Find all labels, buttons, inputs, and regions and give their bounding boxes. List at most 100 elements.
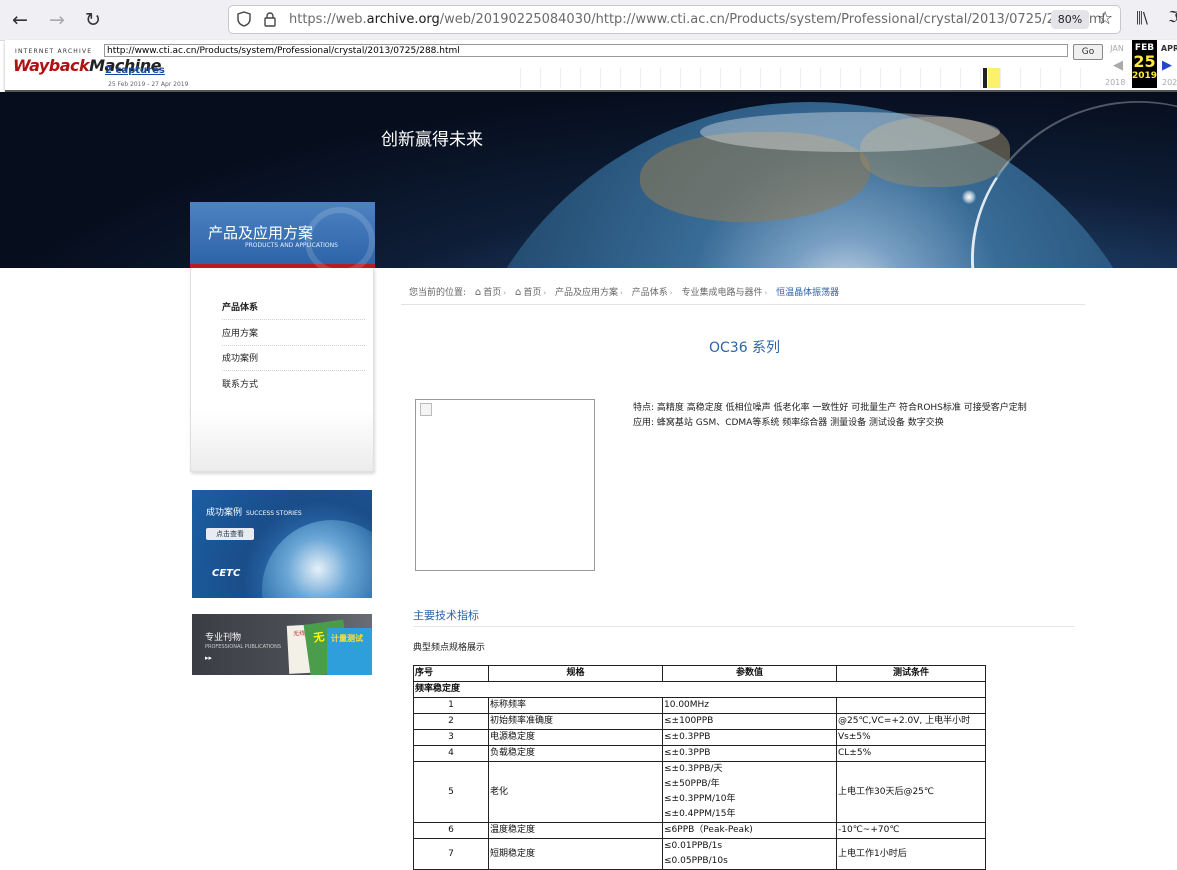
table-cell: 1	[413, 697, 489, 714]
sidebar-header-decoration	[305, 207, 375, 275]
breadcrumb-item[interactable]: 首页	[483, 288, 501, 298]
sidebar-item-product-system[interactable]: 产品体系	[222, 300, 365, 320]
capture-highlight	[988, 68, 1000, 88]
table-header-cell: 参数值	[662, 665, 837, 682]
capture-range: 25 Feb 2019 - 27 Apr 2019	[108, 81, 189, 88]
timeline-month-cell[interactable]	[1000, 68, 1020, 88]
table-cell-line: ≤6PPB（Peak-Peak)	[664, 825, 753, 835]
timeline-month-cell[interactable]	[660, 68, 680, 88]
timeline-month-cell[interactable]	[680, 68, 700, 88]
breadcrumb-item[interactable]: 首页	[523, 288, 541, 298]
breadcrumb-item[interactable]: 专业集成电路与器件	[681, 288, 762, 298]
address-bar[interactable]: https://web.archive.org/web/201902250840…	[228, 5, 1121, 34]
bookmark-star-icon[interactable]: ☆	[1097, 8, 1113, 29]
table-row: 7 短期稳定度 ≤0.01PPB/1s ≤0.05PPB/10s 上电工作1小时后	[413, 838, 986, 870]
sidebar-item-success-cases[interactable]: 成功案例	[222, 351, 365, 371]
breadcrumb-separator-icon: ›	[669, 289, 673, 297]
timeline-month-cell[interactable]	[940, 68, 960, 88]
table-cell-line: ≤±0.4PPM/15年	[664, 809, 736, 819]
capture-marker[interactable]	[983, 68, 987, 88]
table-cell: 7	[413, 838, 489, 870]
next-month-label[interactable]: APR	[1158, 44, 1177, 53]
timeline-month-cell[interactable]	[640, 68, 660, 88]
library-icon[interactable]: ⫼\	[1136, 9, 1148, 27]
timeline-month-cell[interactable]	[520, 68, 540, 88]
sidebar-item-contact[interactable]: 联系方式	[222, 377, 365, 396]
timeline-month-cell[interactable]	[600, 68, 620, 88]
magazine-cover: 计量测试	[327, 628, 372, 675]
breadcrumb-item[interactable]: 产品体系	[632, 288, 668, 298]
timeline-month-cell[interactable]	[760, 68, 780, 88]
timeline-month-cell[interactable]	[1060, 68, 1080, 88]
view-button[interactable]: 点击查看	[206, 528, 254, 540]
table-cell: ≤±0.3PPB/天 ≤±50PPB/年 ≤±0.3PPM/10年 ≤±0.4PPM/…	[662, 761, 837, 823]
timeline-month-cell[interactable]	[840, 68, 860, 88]
table-cell	[836, 697, 986, 714]
earth-cloud	[700, 112, 1000, 152]
site-banner	[0, 92, 1177, 268]
timeline-month-cell[interactable]	[540, 68, 560, 88]
success-stories-banner[interactable]: 成功案例 SUCCESS STORIES 点击查看 CETC	[192, 490, 372, 598]
next-year-label[interactable]: 202	[1162, 78, 1177, 87]
lock-icon[interactable]	[263, 11, 277, 27]
wayback-url-input[interactable]: http://www.cti.ac.cn/Products/system/Pro…	[104, 44, 1068, 57]
timeline-month-cell[interactable]	[1080, 68, 1100, 88]
table-cell: 3	[413, 729, 489, 746]
captures-link[interactable]: 2 captures	[105, 65, 165, 76]
back-arrow-icon[interactable]: ←	[7, 7, 33, 33]
reload-icon[interactable]: ↻	[80, 7, 106, 33]
timeline-month-cell[interactable]	[960, 68, 980, 88]
timeline-month-cell[interactable]	[780, 68, 800, 88]
timeline-month-cell[interactable]	[1040, 68, 1060, 88]
table-cell: 6	[413, 822, 489, 839]
timeline-month-cell[interactable]	[900, 68, 920, 88]
timeline-month-cell[interactable]	[880, 68, 900, 88]
zoom-level-badge[interactable]: 80%	[1051, 10, 1089, 29]
table-cell: Vs±5%	[836, 729, 986, 746]
timeline-month-cell[interactable]	[700, 68, 720, 88]
breadcrumb-current[interactable]: 恒温晶体振荡器	[776, 288, 839, 298]
globe-image	[262, 520, 372, 598]
timeline-month-cell[interactable]	[860, 68, 880, 88]
magazine-title: 计量测试	[331, 634, 363, 643]
next-capture-arrow-icon[interactable]: ▶	[1162, 58, 1172, 73]
shield-icon[interactable]	[237, 11, 251, 27]
double-arrow-icon: ▸▸	[205, 654, 213, 662]
browser-toolbar: ← → ↻ https://web.archive.org/web/201902…	[0, 0, 1177, 41]
timeline-month-cell[interactable]	[920, 68, 940, 88]
prev-year-label[interactable]: 2018	[1105, 78, 1125, 87]
table-row: 1 标称频率 10.00MHz	[413, 697, 986, 714]
table-cell-line: ≤±50PPB/年	[664, 779, 720, 789]
breadcrumb-label: 您当前的位置:	[409, 288, 467, 298]
table-cell: 初始频率准确度	[488, 713, 663, 730]
timeline-month-cell[interactable]	[580, 68, 600, 88]
timeline-month-cell[interactable]	[620, 68, 640, 88]
wayback-go-button[interactable]: Go	[1073, 44, 1103, 60]
account-icon[interactable]: ℑ	[1168, 8, 1177, 26]
publications-banner[interactable]: 专业刊物 PROFESSIONAL PUBLICATIONS ▸▸ 无线 无 计…	[192, 614, 372, 675]
sidebar-title: 产品及应用方案	[208, 224, 314, 242]
magazine-title: 无	[312, 630, 326, 645]
timeline-month-cell[interactable]	[560, 68, 580, 88]
timeline-month-cell[interactable]	[740, 68, 760, 88]
table-cell-line: ≤0.01PPB/1s	[664, 841, 723, 851]
banner-slogan: 创新赢得未来	[381, 130, 483, 150]
breadcrumb-item[interactable]: 产品及应用方案	[555, 288, 618, 298]
table-cell: ≤6PPB（Peak-Peak)	[662, 822, 837, 839]
timeline-month-cell[interactable]	[800, 68, 820, 88]
capture-timeline[interactable]	[520, 68, 1100, 88]
sidebar-item-solutions[interactable]: 应用方案	[222, 326, 365, 346]
timeline-month-cell[interactable]	[1020, 68, 1040, 88]
table-cell: CL±5%	[836, 745, 986, 762]
prev-capture-arrow-icon[interactable]: ◀	[1113, 58, 1123, 73]
timeline-month-cell[interactable]	[820, 68, 840, 88]
wayback-toolbar: INTERNET ARCHIVE WaybackMachine http://w…	[5, 40, 1177, 92]
breadcrumb-separator-icon: ›	[503, 289, 507, 297]
table-cell: ≤±0.3PPB	[662, 729, 837, 746]
table-cell-line: ≤±100PPB	[664, 716, 714, 726]
timeline-month-cell[interactable]	[720, 68, 740, 88]
forward-arrow-icon[interactable]: →	[44, 7, 70, 33]
table-cell: ≤±0.3PPB	[662, 745, 837, 762]
prev-month-label[interactable]: JAN	[1105, 44, 1129, 53]
table-cell: -10℃~+70℃	[836, 822, 986, 839]
